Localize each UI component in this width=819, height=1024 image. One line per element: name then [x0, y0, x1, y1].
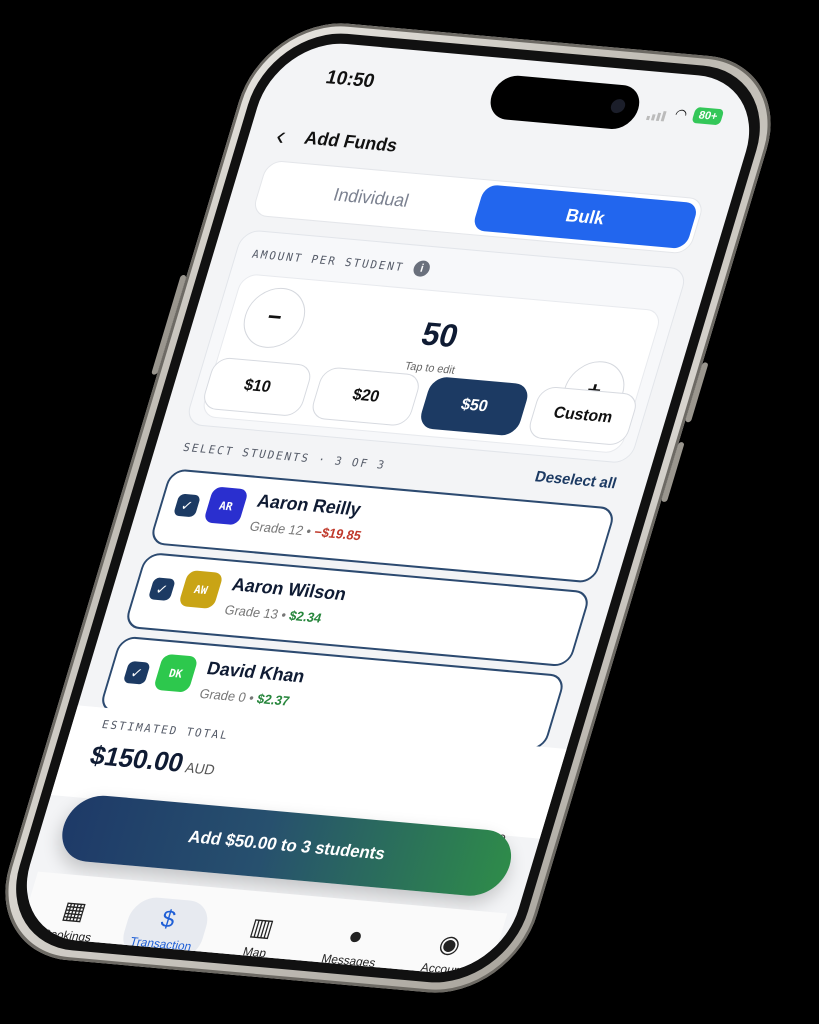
student-balance: −$19.85	[312, 524, 364, 544]
screen: 10:50 ◠ 80+ ‹ Add Funds Individual Bulk …	[9, 37, 767, 979]
amount-card: AMOUNT PER STUDENT i − 50 Tap to edit + …	[184, 229, 689, 465]
calendar-icon: ▦	[59, 896, 90, 926]
preset-50-button[interactable]: $50	[417, 375, 532, 437]
app-content: 10:50 ◠ 80+ ‹ Add Funds Individual Bulk …	[9, 38, 767, 979]
tab-label: Messages	[319, 951, 378, 971]
tab-map[interactable]: ▥ Map	[211, 904, 307, 971]
cellular-signal-icon	[646, 102, 671, 122]
tab-label: Transaction	[128, 934, 194, 954]
student-grade: Grade 13	[222, 602, 281, 622]
checkbox-checked-icon[interactable]: ✓	[147, 577, 176, 602]
phone-frame: 10:50 ◠ 80+ ‹ Add Funds Individual Bulk …	[0, 16, 793, 1000]
avatar: AR	[203, 486, 250, 526]
tab-individual[interactable]: Individual	[257, 165, 485, 230]
dynamic-island	[485, 73, 645, 131]
avatar: AW	[177, 570, 224, 610]
student-name: Aaron Wilson	[229, 574, 349, 605]
student-name: David Khan	[204, 657, 308, 687]
header: ‹ Add Funds	[273, 120, 401, 159]
preset-custom-button[interactable]: Custom	[525, 385, 640, 447]
student-meta: Grade 12 • −$19.85	[247, 518, 364, 544]
preset-10-button[interactable]: $10	[200, 356, 315, 418]
student-balance: $2.34	[287, 607, 324, 626]
avatar: DK	[152, 653, 199, 693]
amount-label: AMOUNT PER STUDENT	[250, 247, 407, 274]
wifi-icon: ◠	[672, 104, 690, 122]
dollar-icon: $	[157, 905, 179, 934]
student-balance: $2.37	[255, 690, 292, 709]
map-icon: ▥	[246, 913, 278, 943]
battery-icon: 80+	[691, 106, 725, 126]
total-value: $150.00AUD	[86, 740, 220, 782]
total-currency: AUD	[183, 759, 218, 778]
tab-bulk[interactable]: Bulk	[471, 184, 700, 250]
tab-messages[interactable]: ● Messages	[305, 912, 401, 978]
checkbox-checked-icon[interactable]: ✓	[172, 493, 202, 518]
student-meta: Grade 13 • $2.34	[222, 602, 324, 626]
students-label: SELECT STUDENTS · 3 OF 3	[181, 440, 388, 472]
person-icon: ◉	[435, 930, 464, 959]
chevron-left-icon[interactable]: ‹	[273, 120, 290, 151]
phone-bezel: 10:50 ◠ 80+ ‹ Add Funds Individual Bulk …	[0, 27, 780, 989]
tab-label: Account	[419, 960, 466, 978]
status-time: 10:50	[323, 67, 378, 93]
student-grade: Grade 0	[197, 685, 249, 705]
deselect-all-button[interactable]: Deselect all	[533, 468, 619, 492]
page-title: Add Funds	[302, 127, 401, 156]
chat-bubble-icon: ●	[344, 922, 367, 951]
tab-account[interactable]: ◉ Account	[399, 921, 495, 978]
tab-transaction[interactable]: $ Transaction	[117, 895, 214, 963]
camera-icon	[609, 98, 627, 114]
tab-bookings[interactable]: ▦ Bookings	[23, 887, 119, 954]
total-label: ESTIMATED TOTAL	[100, 717, 231, 743]
tab-label: Map	[241, 944, 269, 961]
tab-label: Bookings	[40, 926, 94, 945]
student-grade: Grade 12	[247, 518, 306, 539]
info-icon[interactable]: i	[411, 259, 433, 278]
preset-20-button[interactable]: $20	[308, 366, 423, 427]
total-amount: $150.00	[86, 739, 188, 778]
student-name: Aaron Reilly	[254, 490, 364, 520]
checkbox-checked-icon[interactable]: ✓	[122, 660, 151, 685]
student-meta: Grade 0 • $2.37	[197, 685, 292, 709]
status-icons: ◠ 80+	[646, 102, 725, 126]
stage: 10:50 ◠ 80+ ‹ Add Funds Individual Bulk …	[0, 0, 819, 1024]
